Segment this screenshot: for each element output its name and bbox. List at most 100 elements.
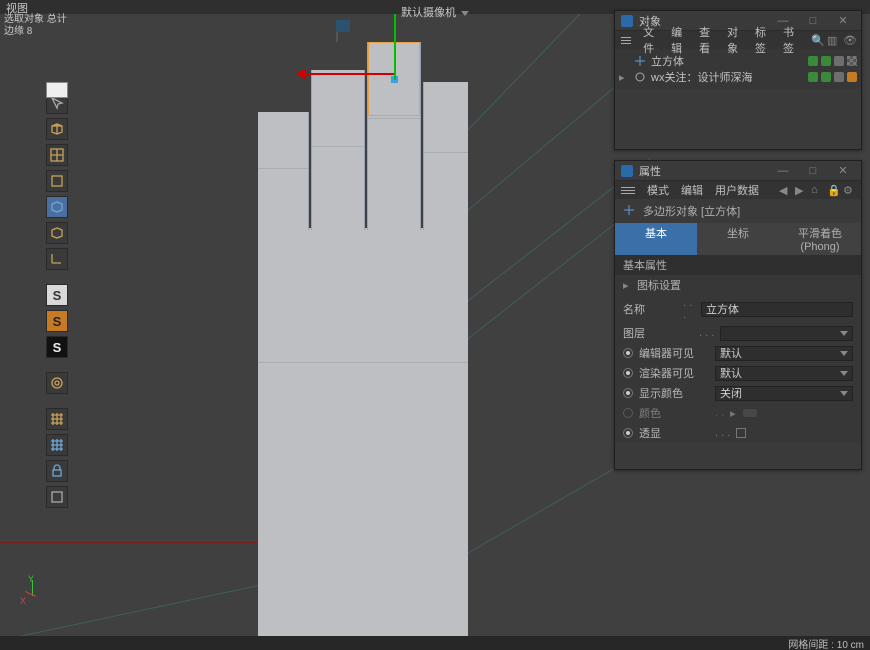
xray-checkbox[interactable]: [736, 428, 746, 438]
chevron-right-icon[interactable]: ▸: [730, 407, 736, 420]
tab-basic[interactable]: 基本: [615, 223, 697, 255]
nav-fwd-icon[interactable]: ▶: [795, 184, 807, 196]
objects-panel: 对象 — □ ✕ 文件 编辑 查看 对象 标签 书签 🔍 ▥ 👁 立方体: [614, 10, 862, 150]
eye-icon[interactable]: 👁: [843, 34, 855, 46]
tool-misc[interactable]: [46, 486, 68, 508]
menu-item[interactable]: 对象: [727, 24, 743, 56]
selection-info-label: 选取对象 总计: [4, 14, 67, 26]
tool-s-black[interactable]: S: [46, 336, 68, 358]
panel-titlebar[interactable]: 属性 — □ ✕: [615, 161, 861, 181]
field-label: 渲染器可见: [639, 365, 709, 381]
visibility-dot[interactable]: [808, 56, 818, 66]
model-face[interactable]: [258, 112, 308, 230]
model-edge: [423, 82, 424, 230]
menu-item[interactable]: 编辑: [671, 24, 687, 56]
filter-icon[interactable]: ▥: [827, 34, 839, 46]
tag-dot[interactable]: [847, 72, 857, 82]
tool-checker[interactable]: [46, 144, 68, 166]
radio-icon[interactable]: [623, 388, 633, 398]
lock-icon[interactable]: 🔒: [827, 184, 839, 196]
home-icon[interactable]: ⌂: [811, 184, 823, 196]
tab-coord[interactable]: 坐标: [697, 223, 779, 255]
tool-angle[interactable]: [46, 248, 68, 270]
gear-icon[interactable]: ⚙: [843, 184, 855, 196]
field-dots: . . .: [683, 297, 695, 321]
tool-grid1[interactable]: [46, 408, 68, 430]
menu-item[interactable]: 查看: [699, 24, 715, 56]
hamburger-icon[interactable]: [621, 37, 631, 44]
selection-info: 选取对象 总计 边缘 8: [4, 14, 67, 42]
render-vis-dropdown[interactable]: 默认: [715, 366, 853, 381]
axis-icon: [633, 54, 647, 68]
tag-dot[interactable]: [834, 72, 844, 82]
radio-icon[interactable]: [623, 428, 633, 438]
menu-item[interactable]: 文件: [643, 24, 659, 56]
tool-solid-cube[interactable]: [46, 196, 68, 218]
tool-lock[interactable]: [46, 460, 68, 482]
toolbar-spacer: [46, 274, 68, 280]
radio-icon[interactable]: [623, 408, 633, 418]
field-dots: . . .: [699, 327, 714, 339]
object-tree[interactable]: 立方体 ▸ wx关注：设计师深海: [615, 49, 861, 89]
tool-grid2[interactable]: [46, 434, 68, 456]
editor-vis-dropdown[interactable]: 默认: [715, 346, 853, 361]
menu-item[interactable]: 编辑: [681, 182, 703, 198]
model-face[interactable]: [424, 82, 468, 230]
tree-toggle[interactable]: ▸: [619, 71, 629, 84]
axis-plane-flag[interactable]: [336, 20, 350, 32]
nav-back-icon[interactable]: ◀: [779, 184, 791, 196]
orientation-gizmo: YX: [20, 574, 60, 614]
axis-x[interactable]: [298, 73, 394, 75]
display-color-dropdown[interactable]: 关闭: [715, 386, 853, 401]
tag-dot[interactable]: [834, 56, 844, 66]
menu-item[interactable]: 模式: [647, 182, 669, 198]
section-header: 基本属性: [615, 255, 861, 275]
tree-row[interactable]: ▸ wx关注：设计师深海: [619, 69, 857, 85]
minimize-button[interactable]: —: [771, 164, 795, 178]
camera-selector[interactable]: 默认摄像机: [401, 4, 469, 20]
chevron-down-icon: [840, 351, 848, 356]
menu-item[interactable]: 标签: [755, 24, 771, 56]
visibility-dot[interactable]: [821, 72, 831, 82]
panel-title: 属性: [639, 163, 765, 179]
viewport-thumb[interactable]: [46, 82, 68, 98]
hamburger-icon[interactable]: [621, 187, 635, 194]
model-face[interactable]: [258, 228, 468, 636]
tree-item-name[interactable]: 立方体: [651, 53, 804, 69]
tab-phong[interactable]: 平滑着色(Phong): [779, 223, 861, 255]
tool-s-grey[interactable]: S: [46, 284, 68, 306]
tool-s-orange[interactable]: S: [46, 310, 68, 332]
field-dots: . . .: [715, 427, 730, 439]
maximize-button[interactable]: □: [801, 164, 825, 178]
model-edge: [364, 70, 365, 230]
radio-icon[interactable]: [623, 368, 633, 378]
search-icon[interactable]: 🔍: [811, 34, 823, 46]
layer-dropdown[interactable]: [720, 326, 853, 341]
close-button[interactable]: ✕: [831, 14, 855, 28]
attribute-tabs: 基本 坐标 平滑着色(Phong): [615, 223, 861, 255]
field-label: 透显: [639, 425, 709, 441]
section-toggle[interactable]: ▸ 图标设置: [615, 275, 861, 295]
close-button[interactable]: ✕: [831, 164, 855, 178]
phong-tag-icon[interactable]: [847, 56, 857, 66]
maximize-button[interactable]: □: [801, 14, 825, 28]
field-color: 颜色 . . ▸: [615, 403, 861, 423]
color-swatch[interactable]: [742, 408, 758, 418]
menu-item[interactable]: 用户数据: [715, 182, 759, 198]
radio-icon[interactable]: [623, 348, 633, 358]
visibility-dot[interactable]: [808, 72, 818, 82]
menu-item[interactable]: 书签: [783, 24, 799, 56]
tool-box[interactable]: [46, 170, 68, 192]
model-face[interactable]: [312, 70, 364, 230]
tree-item-name[interactable]: wx关注：设计师深海: [651, 69, 804, 85]
tree-row[interactable]: 立方体: [619, 53, 857, 69]
selection-info-count: 边缘 8: [4, 26, 67, 38]
model-edge: [420, 42, 421, 230]
chevron-down-icon: [840, 331, 848, 336]
tool-torus[interactable]: [46, 372, 68, 394]
name-input[interactable]: [701, 302, 853, 317]
tool-cube[interactable]: [46, 118, 68, 140]
tool-orange-cube[interactable]: [46, 222, 68, 244]
toolbar-spacer: [46, 362, 68, 368]
visibility-dot[interactable]: [821, 56, 831, 66]
